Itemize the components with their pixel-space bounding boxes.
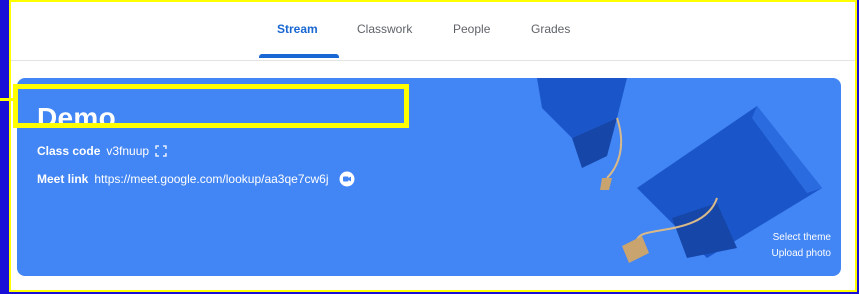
active-tab-indicator <box>259 54 339 58</box>
tab-classwork[interactable]: Classwork <box>357 22 412 36</box>
upload-photo-link[interactable]: Upload photo <box>772 246 832 262</box>
meet-link-highlight <box>13 84 409 128</box>
meet-link-label: Meet link <box>37 172 89 186</box>
class-code-row: Class code v3fnuup <box>37 144 167 158</box>
class-code-value: v3fnuup <box>106 144 150 158</box>
theme-links: Select theme Upload photo <box>772 230 832 262</box>
tab-grades[interactable]: Grades <box>531 22 570 36</box>
meet-link-row: Meet link https://meet.google.com/lookup… <box>37 171 355 187</box>
meet-link-url[interactable]: https://meet.google.com/lookup/aa3qe7cw6… <box>94 172 328 186</box>
tab-people[interactable]: People <box>453 22 490 36</box>
classroom-window: Stream Classwork People Grades Demo Clas… <box>0 0 857 292</box>
tab-stream[interactable]: Stream <box>277 22 318 36</box>
meet-icon[interactable] <box>339 171 355 187</box>
select-theme-link[interactable]: Select theme <box>772 230 831 246</box>
class-code-label: Class code <box>37 144 101 158</box>
expand-icon[interactable] <box>155 145 167 157</box>
class-tabs: Stream Classwork People Grades <box>11 2 855 61</box>
